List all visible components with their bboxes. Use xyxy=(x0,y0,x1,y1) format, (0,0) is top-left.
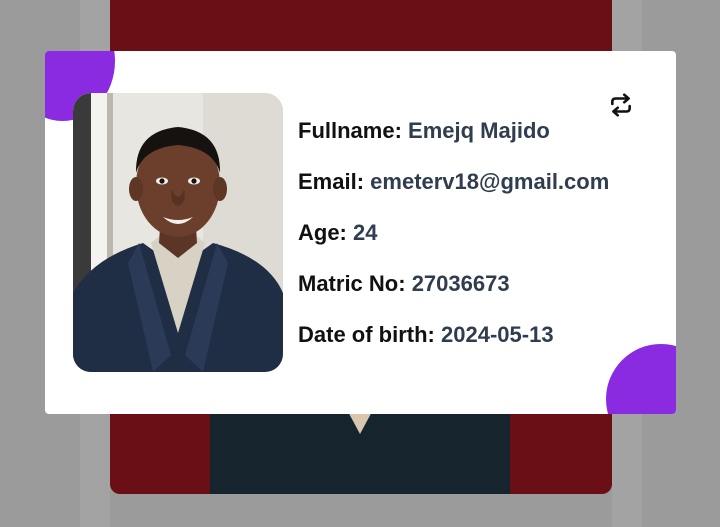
matric-value: 27036673 xyxy=(411,271,510,296)
swap-button[interactable] xyxy=(605,89,637,121)
dob-label: Date of birth: xyxy=(298,322,435,347)
matric-label: Matric No: xyxy=(298,271,406,296)
fullname-label: Fullname: xyxy=(298,118,402,143)
fullname-value: Emejq Majido xyxy=(408,118,550,143)
age-label: Age: xyxy=(298,220,347,245)
dob-value: 2024-05-13 xyxy=(441,322,554,347)
decorative-circle-bottom-right xyxy=(606,344,676,414)
email-value: emeterv18@gmail.com xyxy=(370,169,610,194)
portrait-illustration xyxy=(73,93,283,372)
dob-row: Date of birth: 2024-05-13 xyxy=(298,321,609,372)
age-value: 24 xyxy=(353,220,378,245)
profile-photo xyxy=(73,93,283,372)
repeat-icon xyxy=(611,93,631,117)
age-row: Age: 24 xyxy=(298,219,609,270)
email-label: Email: xyxy=(298,169,365,194)
profile-info: Fullname: Emejq Majido Email: emeterv18@… xyxy=(298,117,609,372)
profile-card: Fullname: Emejq Majido Email: emeterv18@… xyxy=(45,51,676,414)
fullname-row: Fullname: Emejq Majido xyxy=(298,117,609,168)
matric-row: Matric No: 27036673 xyxy=(298,270,609,321)
email-row: Email: emeterv18@gmail.com xyxy=(298,168,609,219)
